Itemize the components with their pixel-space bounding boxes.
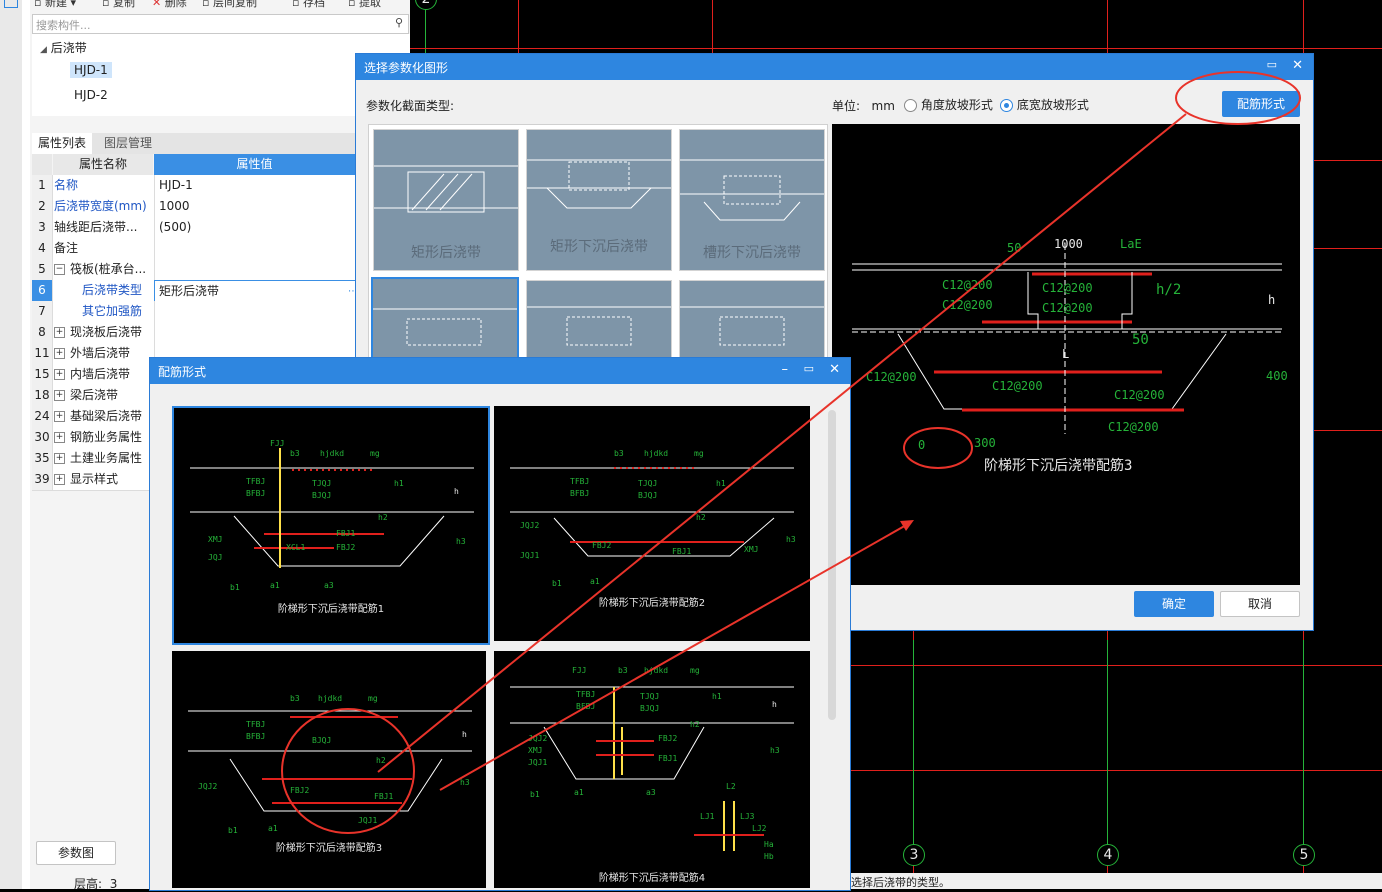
arrow-head	[900, 520, 914, 531]
annotation-arrow	[377, 113, 1187, 773]
annotation-circle	[1175, 71, 1301, 125]
annotation-overlay	[377, 71, 1301, 791]
annotation-arrow	[439, 523, 909, 791]
